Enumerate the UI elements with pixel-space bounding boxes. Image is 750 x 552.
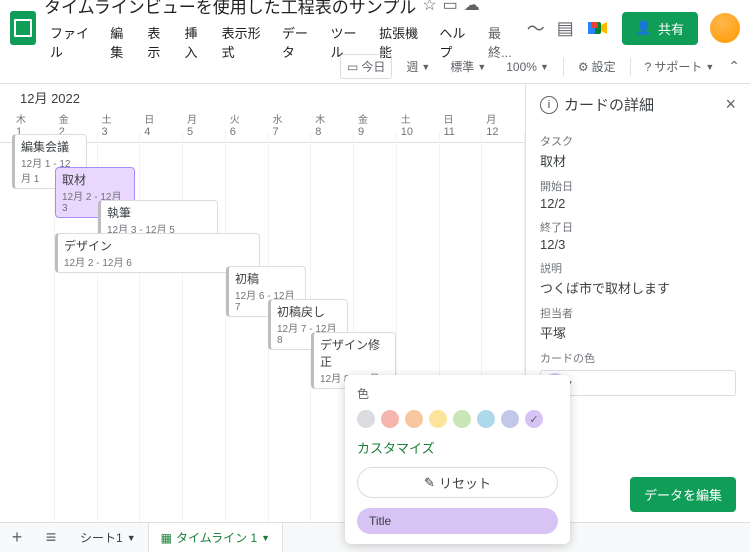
- color-swatch[interactable]: [381, 410, 399, 428]
- doc-title[interactable]: タイムラインビューを使用した工程表のサンプル: [44, 0, 416, 18]
- color-swatch[interactable]: [501, 410, 519, 428]
- support-button[interactable]: ?サポート▼: [639, 55, 721, 78]
- customize-link[interactable]: カスタマイズ: [357, 438, 558, 457]
- color-swatch[interactable]: [405, 410, 423, 428]
- all-sheets-button[interactable]: ≡: [34, 527, 68, 548]
- chevron-down-icon: ▼: [540, 62, 549, 72]
- color-swatch[interactable]: [453, 410, 471, 428]
- value-desc: つくば市で取材します: [540, 278, 736, 297]
- label-desc: 説明: [540, 260, 736, 276]
- color-swatch[interactable]: [477, 410, 495, 428]
- label-start: 開始日: [540, 178, 736, 194]
- label-task: タスク: [540, 133, 736, 149]
- person-icon: 👤: [636, 20, 652, 36]
- add-sheet-button[interactable]: +: [0, 527, 34, 548]
- move-icon[interactable]: ▭: [443, 0, 458, 15]
- detail-header: i カードの詳細 ×: [540, 94, 736, 115]
- reset-button[interactable]: ✎リセット: [357, 467, 558, 498]
- chevron-down-icon: ▼: [477, 62, 486, 72]
- cloud-icon[interactable]: ☁: [464, 0, 480, 15]
- color-swatch[interactable]: [429, 410, 447, 428]
- close-icon[interactable]: ×: [725, 94, 736, 115]
- menu-file[interactable]: ファイル: [44, 20, 102, 64]
- menu-format[interactable]: 表示形式: [216, 20, 274, 64]
- scale-select[interactable]: 週▼: [400, 55, 436, 78]
- activity-icon[interactable]: 〜: [527, 15, 545, 41]
- label-assignee: 担当者: [540, 305, 736, 321]
- menu-insert[interactable]: 挿入: [178, 20, 213, 64]
- header-right: 〜 ▤ 👤 共有: [527, 12, 740, 45]
- chevron-down-icon: ▼: [421, 62, 430, 72]
- label-color: カードの色: [540, 350, 736, 366]
- settings-button[interactable]: ⚙設定: [572, 55, 622, 78]
- density-select[interactable]: 標準▼: [444, 55, 492, 78]
- comments-icon[interactable]: ▤: [557, 18, 574, 39]
- value-end: 12/3: [540, 237, 736, 252]
- timeline-icon: ▦: [161, 531, 172, 545]
- detail-title: カードの詳細: [564, 94, 654, 115]
- title-pill[interactable]: Title: [357, 508, 558, 534]
- edit-data-button[interactable]: データを編集: [630, 477, 736, 512]
- help-icon: ?: [645, 60, 652, 74]
- reset-icon: ✎: [424, 475, 435, 491]
- calendar-icon: ▭: [347, 60, 358, 74]
- chevron-down-icon: ▼: [261, 533, 270, 543]
- popup-label: 色: [357, 385, 558, 402]
- separator: [563, 58, 564, 76]
- swatch-row: ✓: [357, 410, 558, 428]
- menu-view[interactable]: 表示: [141, 20, 176, 64]
- info-icon: i: [540, 96, 558, 114]
- value-assignee: 平塚: [540, 323, 736, 342]
- menu-edit[interactable]: 編集: [104, 20, 139, 64]
- zoom-select[interactable]: 100%▼: [500, 57, 555, 77]
- value-start: 12/2: [540, 196, 736, 211]
- sheet-tab-timeline1[interactable]: ▦タイムライン 1▼: [149, 523, 283, 552]
- sheet-tab-sheet1[interactable]: シート1▼: [68, 523, 149, 552]
- menu-data[interactable]: データ: [276, 20, 323, 64]
- doc-title-area: タイムラインビューを使用した工程表のサンプル ☆ ▭ ☁ ファイル 編集 表示 …: [44, 0, 527, 64]
- chevron-down-icon: ▼: [127, 533, 136, 543]
- share-button[interactable]: 👤 共有: [622, 12, 698, 45]
- app-header: タイムラインビューを使用した工程表のサンプル ☆ ▭ ☁ ファイル 編集 表示 …: [0, 0, 750, 50]
- color-picker-popup: 色 ✓ カスタマイズ ✎リセット Title: [345, 375, 570, 544]
- sheets-logo[interactable]: [10, 11, 36, 45]
- color-swatch[interactable]: [357, 410, 375, 428]
- value-task: 取材: [540, 151, 736, 170]
- label-end: 終了日: [540, 219, 736, 235]
- separator: [630, 58, 631, 76]
- meet-icon[interactable]: [586, 16, 610, 40]
- account-avatar[interactable]: [710, 13, 740, 43]
- gear-icon: ⚙: [578, 60, 589, 74]
- star-icon[interactable]: ☆: [422, 0, 436, 15]
- collapse-toolbar-icon[interactable]: ⌃: [728, 58, 740, 75]
- month-label: 12月 2022: [0, 84, 525, 109]
- today-button[interactable]: ▭今日: [340, 54, 392, 79]
- chevron-down-icon: ▼: [705, 62, 714, 72]
- color-swatch-selected[interactable]: ✓: [525, 410, 543, 428]
